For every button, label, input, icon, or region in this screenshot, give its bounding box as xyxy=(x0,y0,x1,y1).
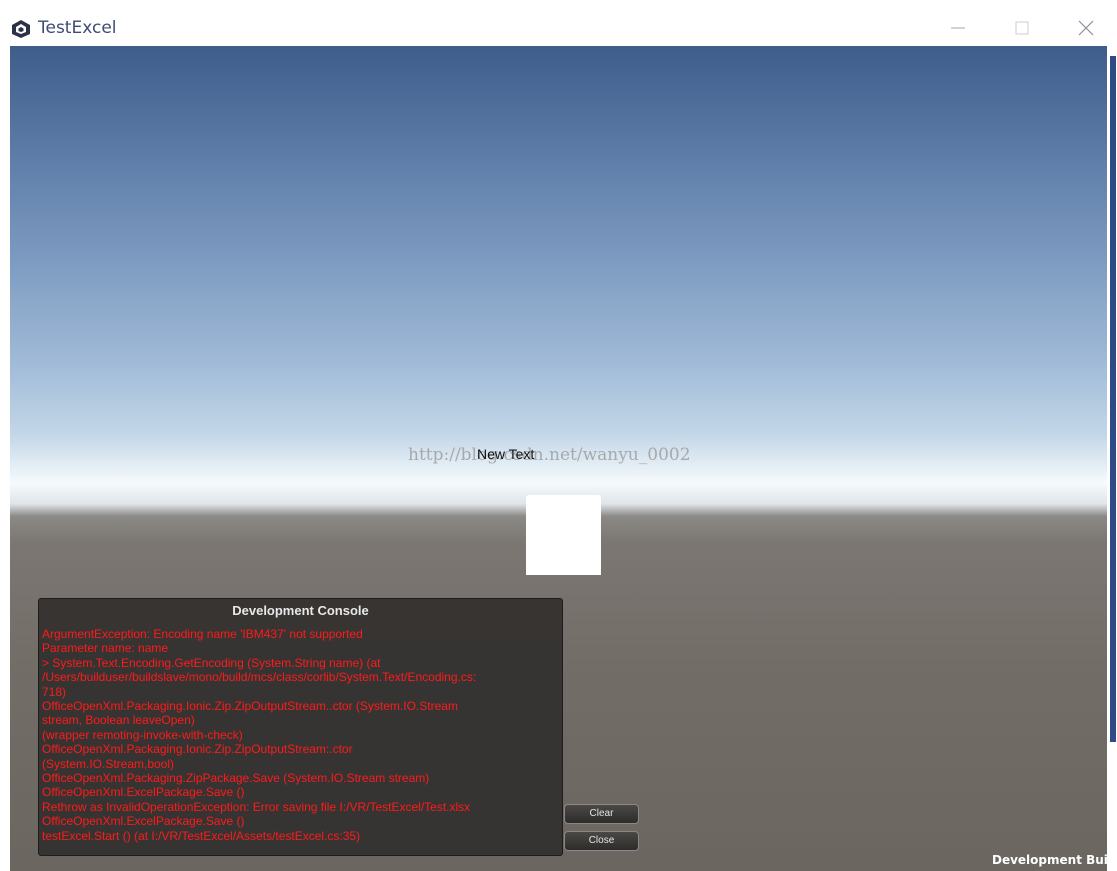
log-line: OfficeOpenXml.ExcelPackage.Save () xyxy=(42,814,245,829)
white-cube xyxy=(526,495,601,575)
close-icon xyxy=(1078,20,1094,36)
close-window-button[interactable] xyxy=(1068,14,1104,42)
minimize-button[interactable] xyxy=(940,14,976,42)
log-line: /Users/builduser/buildslave/mono/build/m… xyxy=(42,670,477,685)
maximize-icon xyxy=(1015,21,1029,35)
log-line: OfficeOpenXml.Packaging.Ionic.Zip.ZipOut… xyxy=(42,699,458,714)
log-line: Parameter name: name xyxy=(42,641,169,656)
title-bar: TestExcel xyxy=(0,0,1117,46)
log-line: OfficeOpenXml.Packaging.ZipPackage.Save … xyxy=(42,771,430,786)
log-line: (System.IO.Stream,bool) xyxy=(42,756,175,771)
maximize-button[interactable] xyxy=(1004,14,1040,42)
development-console: Development Console ArgumentException: E… xyxy=(38,598,563,856)
window-title: TestExcel xyxy=(38,18,117,38)
log-line: 718) xyxy=(42,684,67,699)
log-line: testExcel.Start () (at I:/VR/TestExcel/A… xyxy=(42,828,361,843)
log-line: (wrapper remoting-invoke-with-check) xyxy=(42,727,243,742)
minimize-icon xyxy=(951,27,965,29)
log-line: OfficeOpenXml.Packaging.Ionic.Zip.ZipOut… xyxy=(42,742,353,757)
unity-logo-icon xyxy=(12,20,30,38)
clear-button[interactable]: Clear xyxy=(564,804,639,824)
log-line: OfficeOpenXml.ExcelPackage.Save () xyxy=(42,785,245,800)
scrollbar-thumb[interactable] xyxy=(1110,56,1116,742)
log-line: > System.Text.Encoding.GetEncoding (Syst… xyxy=(42,655,381,670)
console-log: ArgumentException: Encoding name 'IBM437… xyxy=(42,627,564,843)
log-line: ArgumentException: Encoding name 'IBM437… xyxy=(42,627,363,641)
watermark: http://blog.csdn.net/wanyu_0002 xyxy=(408,445,691,465)
scrollbar[interactable] xyxy=(1107,46,1117,871)
log-line: Rethrow as InvalidOperationException: Er… xyxy=(42,799,471,814)
console-title: Development Console xyxy=(232,603,369,618)
development-build-label: Development Build xyxy=(992,853,1117,867)
close-button[interactable]: Close xyxy=(564,831,639,851)
new-text-label: New Text xyxy=(477,446,535,462)
log-line: stream, Boolean leaveOpen) xyxy=(42,713,195,728)
